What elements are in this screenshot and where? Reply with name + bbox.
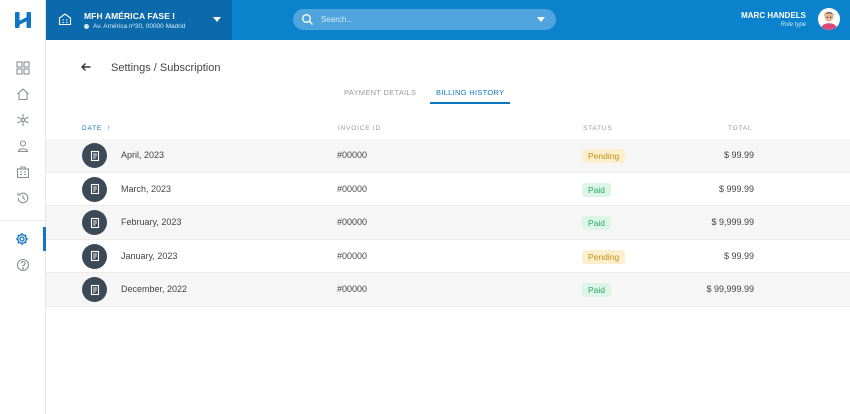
invoice-document-icon[interactable] [82, 176, 107, 202]
cell-total: $ 9,999.99 [711, 217, 754, 228]
building-icon [58, 13, 72, 26]
status-badge: Pending [582, 249, 626, 264]
cell-date: December, 2022 [121, 284, 188, 295]
column-header-date[interactable]: DATE ↑ [82, 125, 111, 132]
cell-invoice-id: #00000 [337, 150, 368, 160]
cell-invoice-id: #00000 [337, 183, 368, 194]
cell-invoice-id: #00000 [337, 217, 368, 228]
app-root: MFH AMÉRICA FASE I Av. América nº30, 000… [0, 0, 850, 414]
table-body: April, 2023 #00000 Pending $ 99.99 March, 20… [46, 139, 850, 307]
search-input[interactable] [321, 12, 526, 27]
sidebar-item-help[interactable] [0, 253, 46, 277]
invoice-document-icon[interactable] [82, 143, 107, 168]
logo-icon [15, 12, 31, 28]
cell-date: April, 2023 [121, 150, 165, 160]
cell-invoice-id: #00000 [337, 250, 368, 261]
cell-total: $ 99.99 [723, 250, 754, 261]
tab-payment-details[interactable]: PAYMENT DETAILS [344, 88, 416, 101]
status-badge: Paid [582, 216, 612, 231]
chevron-down-icon[interactable] [537, 17, 545, 22]
network-icon [17, 114, 29, 126]
search-bar [293, 9, 556, 30]
sidebar-item-users[interactable] [0, 134, 46, 158]
location-address-row: Av. América nº30, 00000 Madrid [84, 23, 185, 30]
sidebar-item-network[interactable] [0, 108, 46, 132]
location-selector[interactable]: MFH AMÉRICA FASE I Av. América nº30, 000… [46, 0, 232, 40]
sidebar-item-dashboard[interactable] [0, 56, 46, 80]
invoice-document-icon[interactable] [82, 277, 107, 303]
table-header: DATE ↑ INVOICE ID STATUS TOTAL [46, 120, 850, 139]
billing-table: DATE ↑ INVOICE ID STATUS TOTAL April, 202… [46, 120, 850, 307]
help-icon [16, 258, 30, 272]
status-badge: Paid [582, 283, 612, 298]
cell-invoice-id: #00000 [337, 284, 368, 295]
history-icon [17, 192, 29, 204]
invoice-document-icon[interactable] [82, 210, 107, 236]
user-name: MARC HANDELS [741, 11, 806, 20]
avatar-icon [818, 8, 840, 30]
cell-total: $ 999.99 [718, 183, 754, 194]
app-logo[interactable] [0, 0, 46, 40]
location-address: Av. América nº30, 00000 Madrid [93, 23, 186, 30]
top-header: MFH AMÉRICA FASE I Av. América nº30, 000… [46, 0, 850, 40]
table-row[interactable]: April, 2023 #00000 Pending $ 99.99 [46, 139, 850, 173]
user-icon [17, 140, 29, 153]
home-icon [17, 88, 29, 101]
back-arrow-icon[interactable] [80, 61, 92, 73]
invoice-document-icon[interactable] [82, 243, 107, 269]
column-header-invoice: INVOICE ID [338, 125, 382, 132]
pin-icon [84, 24, 89, 29]
cell-total: $ 99,999.99 [706, 284, 754, 295]
status-badge: Pending [582, 149, 626, 163]
chevron-down-icon[interactable] [213, 17, 221, 22]
search-icon[interactable] [301, 13, 314, 26]
sort-ascending-icon[interactable]: ↑ [107, 125, 111, 132]
sidebar-item-home[interactable] [0, 82, 46, 106]
status-badge: Paid [582, 182, 612, 197]
tab-billing-history[interactable]: BILLING HISTORY [430, 88, 511, 104]
cell-total: $ 99.99 [723, 150, 754, 160]
sidebar-item-history[interactable] [0, 186, 46, 210]
cell-date: February, 2023 [121, 217, 182, 228]
cell-date: January, 2023 [121, 250, 178, 261]
cell-date: March, 2023 [121, 183, 172, 194]
table-row[interactable]: March, 2023 #00000 Paid $ 999.99 [46, 172, 850, 207]
grid-icon [16, 61, 30, 75]
avatar[interactable] [818, 8, 840, 30]
sidebar-item-settings[interactable] [0, 227, 46, 251]
table-row[interactable]: December, 2022 #00000 Paid $ 99,999.99 [46, 273, 850, 307]
building-icon [16, 166, 30, 179]
sidebar-item-buildings[interactable] [0, 160, 46, 184]
location-name: MFH AMÉRICA FASE I [84, 11, 175, 21]
user-info[interactable]: MARC HANDELS Role type [741, 11, 806, 28]
sidebar [0, 0, 46, 414]
column-header-total: TOTAL [728, 125, 753, 132]
gear-icon [15, 233, 28, 245]
column-header-status: STATUS [583, 125, 613, 132]
page-title: Settings / Subscription [111, 62, 221, 74]
user-role: Role type [780, 22, 806, 28]
sidebar-divider [0, 220, 46, 221]
table-row[interactable]: February, 2023 #00000 Paid $ 9,999.99 [46, 206, 850, 240]
table-row[interactable]: January, 2023 #00000 Pending $ 99.99 [46, 239, 850, 274]
column-header-date-label: DATE [82, 125, 103, 132]
